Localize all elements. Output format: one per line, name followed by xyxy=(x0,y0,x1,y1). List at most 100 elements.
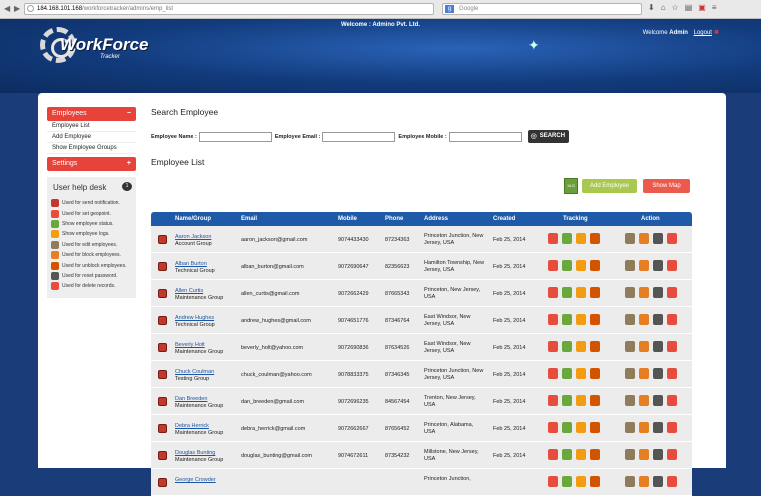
employee-status-icon[interactable] xyxy=(576,233,586,244)
send-notification-icon[interactable] xyxy=(158,370,167,379)
unblock-user-icon[interactable] xyxy=(653,395,663,406)
send-notification-icon[interactable] xyxy=(158,289,167,298)
home-icon[interactable]: ⌂ xyxy=(661,3,666,12)
unblock-user-icon[interactable] xyxy=(653,233,663,244)
location-pin-icon[interactable] xyxy=(548,395,558,406)
collapse-icon[interactable]: − xyxy=(127,107,131,121)
unblock-user-icon[interactable] xyxy=(653,314,663,325)
unblock-user-icon[interactable] xyxy=(653,287,663,298)
block-user-icon[interactable] xyxy=(639,395,649,406)
delete-icon[interactable] xyxy=(667,368,677,379)
set-geopoint-icon[interactable] xyxy=(562,449,572,460)
unblock-user-icon[interactable] xyxy=(653,422,663,433)
employee-name-link[interactable]: Alban Burton xyxy=(175,261,215,268)
employee-logs-icon[interactable] xyxy=(590,395,600,406)
delete-icon[interactable] xyxy=(667,476,677,487)
employee-status-icon[interactable] xyxy=(576,314,586,325)
employee-logs-icon[interactable] xyxy=(590,422,600,433)
employee-logs-icon[interactable] xyxy=(590,449,600,460)
send-notification-icon[interactable] xyxy=(158,451,167,460)
delete-icon[interactable] xyxy=(667,233,677,244)
employee-logs-icon[interactable] xyxy=(590,341,600,352)
employee-logs-icon[interactable] xyxy=(590,260,600,271)
location-pin-icon[interactable] xyxy=(548,233,558,244)
employee-name-link[interactable]: Beverly Holt xyxy=(175,342,223,349)
send-notification-icon[interactable] xyxy=(158,397,167,406)
delete-icon[interactable] xyxy=(667,314,677,325)
location-pin-icon[interactable] xyxy=(548,476,558,487)
send-notification-icon[interactable] xyxy=(158,478,167,487)
block-user-icon[interactable] xyxy=(639,260,649,271)
menu-icon[interactable]: ≡ xyxy=(712,3,717,12)
employee-status-icon[interactable] xyxy=(576,449,586,460)
block-user-icon[interactable] xyxy=(639,341,649,352)
employee-status-icon[interactable] xyxy=(576,395,586,406)
employee-mobile-input[interactable] xyxy=(448,131,522,142)
browser-search-field[interactable]: g Google xyxy=(442,3,642,15)
location-pin-icon[interactable] xyxy=(548,449,558,460)
sidebar-item-employee-list[interactable]: Employee List xyxy=(47,121,136,132)
employee-name-link[interactable]: George Crowder xyxy=(175,477,216,484)
block-user-icon[interactable] xyxy=(639,233,649,244)
download-icon[interactable]: ⬇ xyxy=(648,3,655,12)
employee-status-icon[interactable] xyxy=(576,368,586,379)
employee-logs-icon[interactable] xyxy=(590,368,600,379)
employee-name-link[interactable]: Dan Breeden xyxy=(175,396,223,403)
delete-icon[interactable] xyxy=(667,287,677,298)
send-notification-icon[interactable] xyxy=(158,262,167,271)
edit-icon[interactable] xyxy=(625,341,635,352)
sidebar-item-add-employee[interactable]: Add Employee xyxy=(47,132,136,143)
send-notification-icon[interactable] xyxy=(158,316,167,325)
set-geopoint-icon[interactable] xyxy=(562,395,572,406)
employee-logs-icon[interactable] xyxy=(590,476,600,487)
unblock-user-icon[interactable] xyxy=(653,341,663,352)
delete-icon[interactable] xyxy=(667,449,677,460)
set-geopoint-icon[interactable] xyxy=(562,368,572,379)
block-user-icon[interactable] xyxy=(639,368,649,379)
employee-name-link[interactable]: Chuck Coulman xyxy=(175,369,214,376)
employee-status-icon[interactable] xyxy=(576,287,586,298)
location-pin-icon[interactable] xyxy=(548,314,558,325)
employee-status-icon[interactable] xyxy=(576,422,586,433)
location-pin-icon[interactable] xyxy=(548,287,558,298)
set-geopoint-icon[interactable] xyxy=(562,476,572,487)
edit-icon[interactable] xyxy=(625,287,635,298)
back-arrow-icon[interactable]: ◀ xyxy=(4,4,10,13)
location-pin-icon[interactable] xyxy=(548,341,558,352)
add-employee-button[interactable]: Add Employee xyxy=(582,179,637,193)
location-pin-icon[interactable] xyxy=(548,260,558,271)
unblock-user-icon[interactable] xyxy=(653,368,663,379)
delete-icon[interactable] xyxy=(667,422,677,433)
expand-icon[interactable]: + xyxy=(127,157,131,171)
set-geopoint-icon[interactable] xyxy=(562,341,572,352)
unblock-user-icon[interactable] xyxy=(653,449,663,460)
edit-icon[interactable] xyxy=(625,233,635,244)
employee-logs-icon[interactable] xyxy=(590,314,600,325)
edit-icon[interactable] xyxy=(625,260,635,271)
block-user-icon[interactable] xyxy=(639,422,649,433)
bookmarks-icon[interactable]: ▤ xyxy=(685,3,693,12)
edit-icon[interactable] xyxy=(625,395,635,406)
addon-icon[interactable]: ▣ xyxy=(698,3,706,12)
logout-link[interactable]: Logout xyxy=(694,30,712,36)
show-map-button[interactable]: Show Map xyxy=(643,179,690,193)
unblock-user-icon[interactable] xyxy=(653,260,663,271)
set-geopoint-icon[interactable] xyxy=(562,233,572,244)
sidebar-employees-header[interactable]: Employees − xyxy=(47,107,136,121)
bookmark-star-icon[interactable]: ☆ xyxy=(672,3,679,12)
employee-status-icon[interactable] xyxy=(576,260,586,271)
employee-name-link[interactable]: Debra Herrick xyxy=(175,423,223,430)
employee-logs-icon[interactable] xyxy=(590,287,600,298)
employee-status-icon[interactable] xyxy=(576,476,586,487)
block-user-icon[interactable] xyxy=(639,449,649,460)
workforce-logo[interactable]: WorkForce Tracker xyxy=(40,25,149,65)
edit-icon[interactable] xyxy=(625,449,635,460)
forward-arrow-icon[interactable]: ▶ xyxy=(14,4,20,13)
employee-name-link[interactable]: Andrew Hughes xyxy=(175,315,215,322)
employee-name-link[interactable]: Douglas Bunting xyxy=(175,450,223,457)
location-pin-icon[interactable] xyxy=(548,368,558,379)
address-bar[interactable]: 184.168.101.168/workforcetracker/admins/… xyxy=(24,3,434,15)
employee-email-input[interactable] xyxy=(322,131,396,142)
location-pin-icon[interactable] xyxy=(548,422,558,433)
employee-status-icon[interactable] xyxy=(576,341,586,352)
